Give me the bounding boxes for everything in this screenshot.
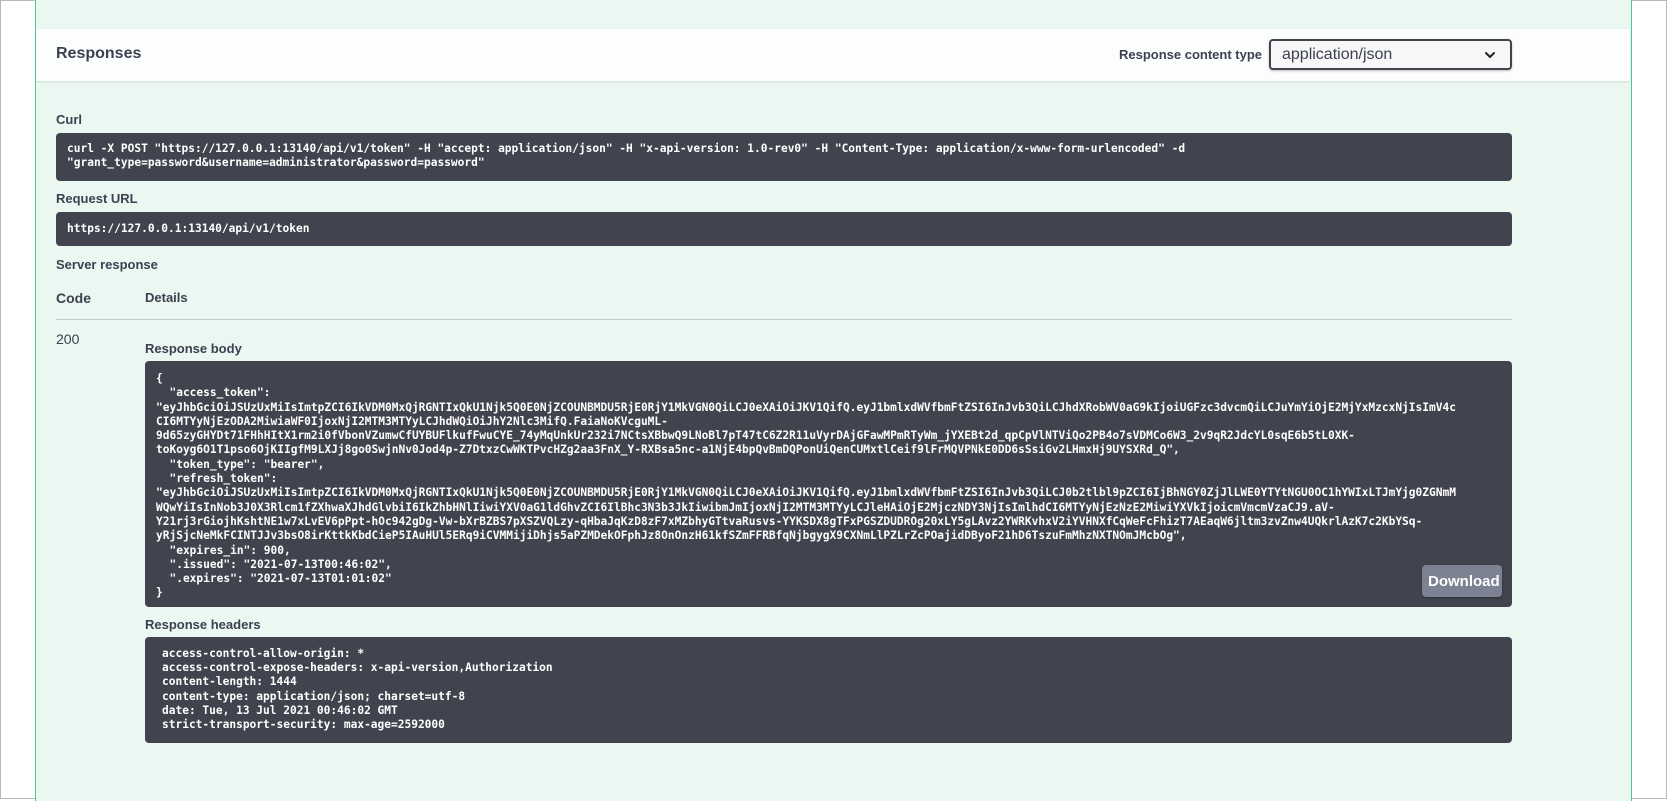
response-body-line: Y21rj3rGiojhKshtNE1w7xLvEV6pPpt-hOc942gD… [156, 514, 1423, 528]
response-body-line: toKoyg6O1T1pso6OjKIIgfM9LXJj8go0SwjnNv0J… [156, 443, 1180, 457]
status-code: 200 [56, 331, 80, 347]
response-body-line: { [156, 372, 163, 385]
chevron-down-icon [1485, 52, 1495, 58]
response-body-line: ".expires": "2021-07-13T01:01:02" [156, 572, 392, 586]
response-headers-label: Response headers [145, 617, 261, 632]
server-response-label: Server response [56, 257, 158, 272]
response-body-line: CI6MTYyNjEzODA2MiwiaWF0IjoxNjI2MTM3MTYyL… [156, 414, 668, 428]
responses-title: Responses [56, 45, 142, 62]
request-url-value: https://127.0.0.1:13140/api/v1/token [67, 222, 310, 235]
table-divider [56, 319, 1512, 320]
download-button[interactable]: Download [1422, 565, 1502, 597]
response-header-line: date: Tue, 13 Jul 2021 00:46:02 GMT [162, 703, 398, 717]
curl-command-box[interactable]: curl -X POST "https://127.0.0.1:13140/ap… [56, 133, 1512, 181]
response-content-type-label: Response content type [1119, 47, 1263, 62]
response-body-label: Response body [145, 341, 242, 356]
response-headers-box[interactable]: access-control-allow-origin: * access-co… [145, 637, 1512, 743]
response-body-line: yRjSjcNeMkFCINTJJv3bsO8irKttkKbdCieP5IAu… [156, 529, 1187, 543]
response-body-line: "eyJhbGciOiJSUzUxMiIsImtpZCI6IkVDM0MxQjR… [156, 486, 1456, 500]
request-url-box[interactable]: https://127.0.0.1:13140/api/v1/token [56, 212, 1512, 246]
details-column-header: Details [145, 290, 188, 305]
response-body-line: "expires_in": 900, [156, 543, 291, 557]
response-content-type-select[interactable]: application/json [1269, 39, 1512, 70]
response-body-line: "access_token": [156, 386, 271, 400]
response-body-line: "refresh_token": [156, 472, 278, 486]
curl-line: curl -X POST "https://127.0.0.1:13140/ap… [67, 142, 1186, 155]
response-body-line: ".issued": "2021-07-13T00:46:02", [156, 557, 392, 571]
response-body-line: WQwYiIsInNob3J0X3Rlcm1fZXhwaXJhdGlvbiI6I… [156, 500, 1335, 514]
response-body-line: 9d65zyGHYDt71FHhHItX1rm2i0fVbonVZumwCfUY… [156, 429, 1355, 443]
response-content-type-value: application/json [1282, 46, 1393, 63]
response-body-line: "token_type": "bearer", [156, 457, 325, 471]
response-header-line: access-control-expose-headers: x-api-ver… [162, 661, 553, 675]
response-header-line: access-control-allow-origin: * [162, 647, 365, 660]
response-body-line: } [156, 586, 163, 600]
request-url-label: Request URL [56, 191, 138, 206]
response-header-line: strict-transport-security: max-age=25920… [162, 718, 445, 732]
code-column-header: Code [56, 290, 91, 306]
response-header-line: content-length: 1444 [162, 675, 297, 689]
response-header-line: content-type: application/json; charset=… [162, 689, 466, 703]
response-body-line: "eyJhbGciOiJSUzUxMiIsImtpZCI6IkVDM0MxQjR… [156, 400, 1456, 414]
curl-label: Curl [56, 112, 82, 127]
curl-line: "grant_type=password&username=administra… [67, 156, 485, 169]
response-body-box[interactable]: { "access_token": "eyJhbGciOiJSUzUxMiIsI… [145, 361, 1512, 607]
